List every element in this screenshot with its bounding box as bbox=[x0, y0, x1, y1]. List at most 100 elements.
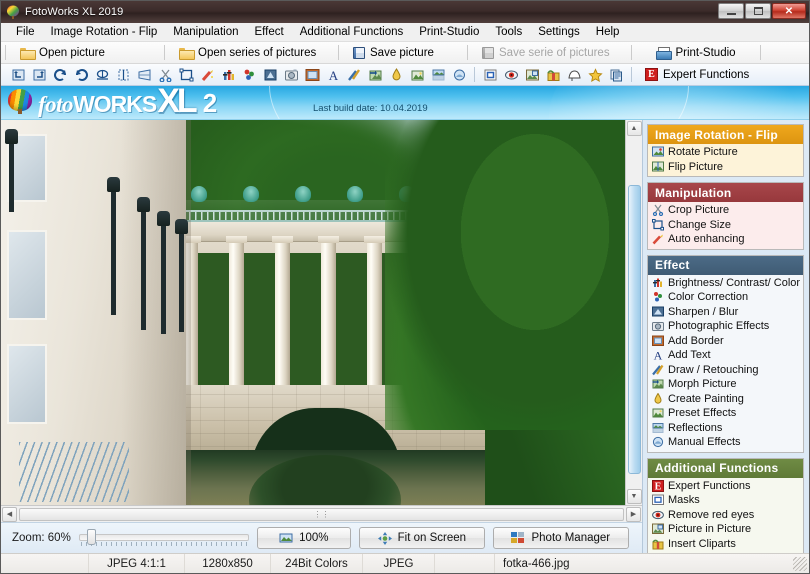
balloon-icon bbox=[8, 89, 34, 116]
create-collage-icon[interactable] bbox=[585, 65, 605, 84]
brightness-contrast-icon[interactable] bbox=[218, 65, 238, 84]
batch-processing-icon[interactable] bbox=[606, 65, 626, 84]
panel-item-label: Add Border bbox=[668, 334, 724, 347]
flip-vertical-icon[interactable] bbox=[113, 65, 133, 84]
save-series-button[interactable]: Save serie of pictures bbox=[472, 43, 627, 63]
panel-item-masks[interactable]: Masks bbox=[648, 493, 803, 508]
menu-effect[interactable]: Effect bbox=[247, 25, 292, 39]
print-studio-button[interactable]: Print-Studio bbox=[636, 43, 756, 63]
change-size-icon[interactable] bbox=[176, 65, 196, 84]
vertical-scroll-thumb[interactable] bbox=[627, 185, 641, 474]
create-painting-icon bbox=[652, 392, 664, 405]
panel-item-color-correction[interactable]: Color Correction bbox=[648, 290, 803, 305]
group-image-rotation-flip: Image Rotation - Flip Rotate Picture Fli… bbox=[647, 124, 804, 177]
draw-retouch-icon[interactable] bbox=[344, 65, 364, 84]
open-series-button[interactable]: Open series of pictures bbox=[169, 43, 334, 63]
panel-item-brightness-contrast-color[interactable]: Brightness/ Contrast/ Color bbox=[648, 276, 803, 291]
open-picture-label: Open picture bbox=[39, 46, 105, 59]
panel-item-insert-cliparts[interactable]: Insert Cliparts bbox=[648, 537, 803, 552]
picture-in-picture-icon[interactable] bbox=[522, 65, 542, 84]
open-picture-button[interactable]: Open picture bbox=[10, 43, 160, 63]
photo-manager-button[interactable]: Photo Manager bbox=[492, 527, 629, 549]
rotate-cw-icon[interactable] bbox=[71, 65, 91, 84]
scroll-right-arrow[interactable]: ▶ bbox=[626, 506, 641, 522]
vertical-scrollbar[interactable]: ▲ ▼ bbox=[625, 120, 642, 505]
rotate-ccw-icon[interactable] bbox=[50, 65, 70, 84]
menu-additional-functions[interactable]: Additional Functions bbox=[292, 25, 412, 39]
rotate-left-icon[interactable] bbox=[8, 65, 28, 84]
status-cell-format: JPEG 4:1:1 bbox=[89, 554, 185, 573]
function-panel: Image Rotation - Flip Rotate Picture Fli… bbox=[643, 120, 809, 553]
panel-item-add-border[interactable]: Add Border bbox=[648, 334, 803, 349]
menu-print-studio[interactable]: Print-Studio bbox=[411, 25, 487, 39]
logo-version: 2 bbox=[202, 87, 218, 118]
panel-item-sharpen-blur[interactable]: Sharpen / Blur bbox=[648, 305, 803, 320]
manual-effects-icon[interactable] bbox=[449, 65, 469, 84]
status-cell-filename: fotka-466.jpg bbox=[503, 557, 570, 570]
horizontal-scroll-thumb[interactable]: ⋮⋮ bbox=[19, 507, 624, 521]
panel-item-add-text[interactable]: A Add Text bbox=[648, 348, 803, 363]
symbols-lines-icon[interactable] bbox=[564, 65, 584, 84]
panel-item-expert-functions[interactable]: E Expert Functions bbox=[648, 479, 803, 494]
fit-on-screen-button[interactable]: Fit on Screen bbox=[358, 527, 485, 549]
panel-item-change-size[interactable]: Change Size bbox=[648, 218, 803, 233]
status-cell-filetype: JPEG bbox=[363, 554, 435, 573]
remove-red-eyes-icon[interactable] bbox=[501, 65, 521, 84]
panel-item-reflections[interactable]: Reflections bbox=[648, 421, 803, 436]
menu-image-rotation-flip[interactable]: Image Rotation - Flip bbox=[43, 25, 166, 39]
panel-item-photographic-effects[interactable]: Photographic Effects bbox=[648, 319, 803, 334]
panel-item-preset-effects[interactable]: Preset Effects bbox=[648, 406, 803, 421]
panel-item-label: Brightness/ Contrast/ Color bbox=[668, 276, 801, 289]
status-cell-spacer bbox=[435, 554, 495, 573]
zoom-slider[interactable] bbox=[78, 528, 249, 548]
auto-enhance-wand-icon[interactable] bbox=[197, 65, 217, 84]
perspective-icon[interactable] bbox=[134, 65, 154, 84]
rotate-right-icon[interactable] bbox=[29, 65, 49, 84]
horizontal-scrollbar[interactable]: ◀ ⋮⋮ ▶ bbox=[1, 505, 642, 522]
save-picture-button[interactable]: Save picture bbox=[343, 43, 463, 63]
create-painting-icon[interactable] bbox=[386, 65, 406, 84]
morph-picture-icon[interactable] bbox=[365, 65, 385, 84]
panel-item-remove-red-eyes[interactable]: Remove red eyes bbox=[648, 508, 803, 523]
panel-item-crop-picture[interactable]: Crop Picture bbox=[648, 203, 803, 218]
zoom-100-button[interactable]: 100% bbox=[256, 527, 351, 549]
preset-effects-icon[interactable] bbox=[407, 65, 427, 84]
panel-item-create-painting[interactable]: Create Painting bbox=[648, 392, 803, 407]
menu-tools[interactable]: Tools bbox=[487, 25, 530, 39]
minimize-button[interactable] bbox=[718, 3, 744, 19]
close-button[interactable]: ✕ bbox=[772, 3, 806, 19]
color-correction-icon[interactable] bbox=[239, 65, 259, 84]
scroll-down-arrow[interactable]: ▼ bbox=[626, 489, 642, 504]
panel-item-picture-in-picture[interactable]: Picture in Picture bbox=[648, 522, 803, 537]
photo-canvas[interactable] bbox=[1, 120, 625, 505]
expert-functions-toolbar-button[interactable]: E Expert Functions bbox=[637, 68, 757, 81]
zoom-slider-thumb[interactable] bbox=[86, 529, 96, 545]
masks-icon[interactable] bbox=[480, 65, 500, 84]
scroll-left-arrow[interactable]: ◀ bbox=[2, 506, 17, 522]
crop-scissors-icon[interactable] bbox=[155, 65, 175, 84]
sharpen-blur-icon[interactable] bbox=[260, 65, 280, 84]
menu-help[interactable]: Help bbox=[588, 25, 628, 39]
panel-item-label: Reflections bbox=[668, 421, 723, 434]
panel-item-auto-enhancing[interactable]: Auto enhancing bbox=[648, 232, 803, 247]
insert-cliparts-icon[interactable] bbox=[543, 65, 563, 84]
divider bbox=[467, 45, 468, 60]
menu-file[interactable]: File bbox=[8, 25, 43, 39]
panel-item-draw-retouching[interactable]: Draw / Retouching bbox=[648, 363, 803, 378]
scroll-up-arrow[interactable]: ▲ bbox=[626, 121, 642, 136]
resize-grip[interactable] bbox=[793, 556, 807, 571]
photographic-effects-icon[interactable] bbox=[281, 65, 301, 84]
add-border-icon[interactable] bbox=[302, 65, 322, 84]
menu-manipulation[interactable]: Manipulation bbox=[165, 25, 246, 39]
panel-item-manual-effects[interactable]: Manual Effects bbox=[648, 435, 803, 450]
maximize-button[interactable] bbox=[745, 3, 771, 19]
flip-horizontal-icon[interactable] bbox=[92, 65, 112, 84]
reflections-icon[interactable] bbox=[428, 65, 448, 84]
panel-item-morph-picture[interactable]: Morph Picture bbox=[648, 377, 803, 392]
sharpen-blur-icon bbox=[652, 306, 664, 318]
panel-item-flip-picture[interactable]: Flip Picture bbox=[648, 160, 803, 175]
panel-item-rotate-picture[interactable]: Rotate Picture bbox=[648, 145, 803, 160]
menu-settings[interactable]: Settings bbox=[530, 25, 588, 39]
panel-item-label: Morph Picture bbox=[668, 378, 737, 391]
add-text-icon[interactable]: A bbox=[323, 65, 343, 84]
